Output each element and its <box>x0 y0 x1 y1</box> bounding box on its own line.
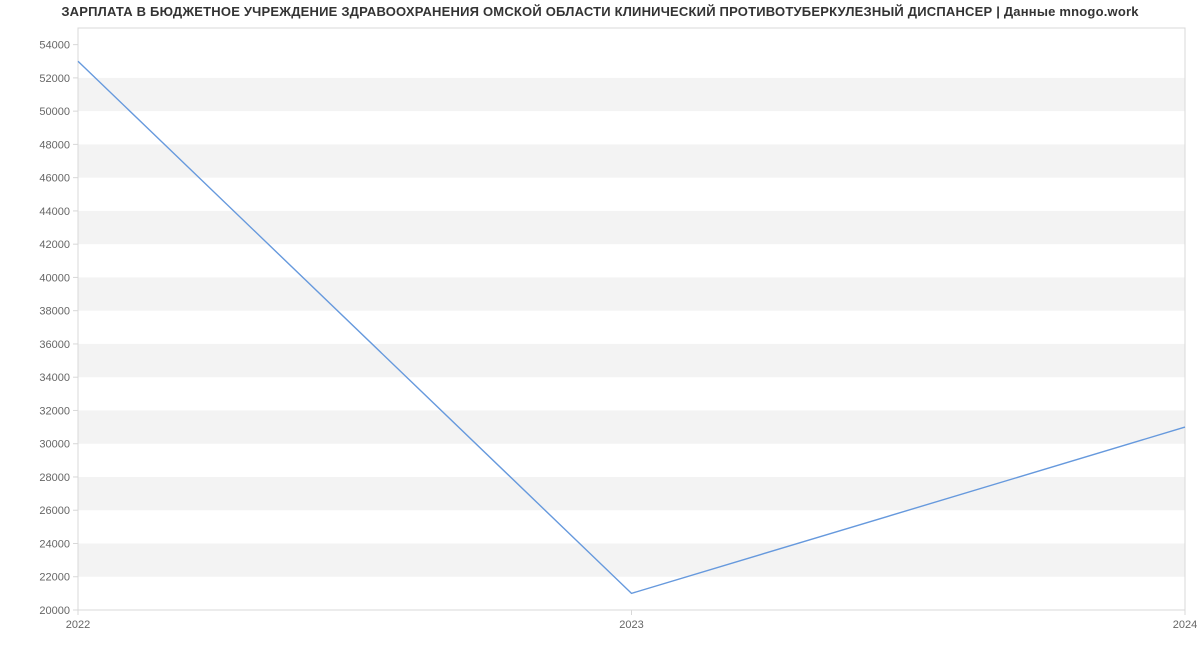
svg-text:36000: 36000 <box>39 339 70 351</box>
svg-text:50000: 50000 <box>39 106 70 118</box>
svg-text:22000: 22000 <box>39 572 70 584</box>
svg-text:2022: 2022 <box>66 619 90 631</box>
svg-text:46000: 46000 <box>39 173 70 185</box>
svg-text:40000: 40000 <box>39 272 70 284</box>
chart-svg: 20000 22000 24000 26000 28000 30000 32000 34000… <box>0 0 1200 650</box>
svg-text:54000: 54000 <box>39 40 70 52</box>
svg-text:30000: 30000 <box>39 439 70 451</box>
svg-text:20000: 20000 <box>39 605 70 617</box>
svg-text:34000: 34000 <box>39 372 70 384</box>
svg-text:2024: 2024 <box>1173 619 1197 631</box>
svg-text:52000: 52000 <box>39 73 70 85</box>
svg-text:2023: 2023 <box>619 619 643 631</box>
svg-text:38000: 38000 <box>39 306 70 318</box>
svg-text:24000: 24000 <box>39 538 70 550</box>
line-chart: ЗАРПЛАТА В БЮДЖЕТНОЕ УЧРЕЖДЕНИЕ ЗДРАВООХ… <box>0 0 1200 650</box>
svg-text:32000: 32000 <box>39 405 70 417</box>
svg-text:48000: 48000 <box>39 139 70 151</box>
svg-text:42000: 42000 <box>39 239 70 251</box>
chart-title: ЗАРПЛАТА В БЮДЖЕТНОЕ УЧРЕЖДЕНИЕ ЗДРАВООХ… <box>0 4 1200 19</box>
svg-text:26000: 26000 <box>39 505 70 517</box>
svg-text:28000: 28000 <box>39 472 70 484</box>
svg-text:44000: 44000 <box>39 206 70 218</box>
